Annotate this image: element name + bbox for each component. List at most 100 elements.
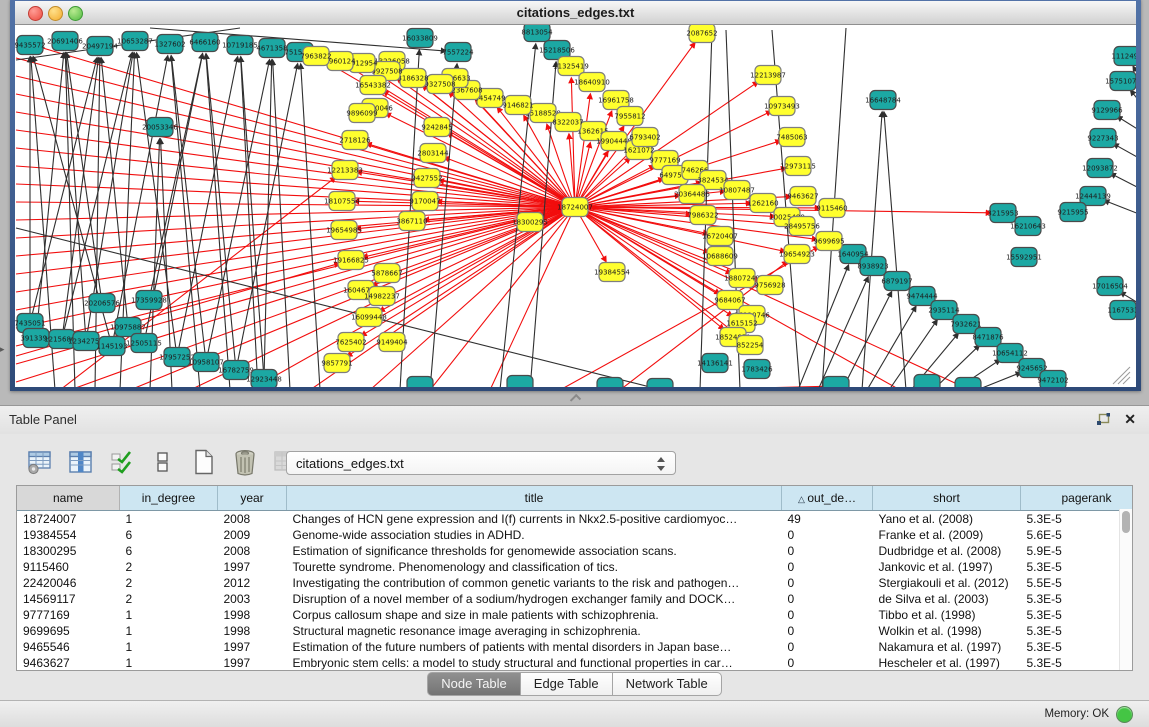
table-settings-icon[interactable] bbox=[26, 448, 54, 476]
graph-node[interactable]: 8813054 bbox=[521, 25, 553, 42]
graph-node[interactable]: 20206576 bbox=[84, 294, 120, 313]
graph-node[interactable]: 8938923 bbox=[857, 257, 888, 276]
cell-in_degree[interactable]: 1 bbox=[120, 639, 218, 655]
graph-node[interactable]: 9146821 bbox=[502, 96, 533, 115]
graph-node[interactable]: 12213383 bbox=[327, 161, 363, 180]
graph-edge[interactable] bbox=[236, 64, 298, 370]
graph-node[interactable] bbox=[914, 375, 940, 388]
graph-node[interactable]: 1112494 bbox=[1111, 47, 1136, 66]
graph-node[interactable]: 1262160 bbox=[747, 194, 778, 213]
table-select-dropdown[interactable]: citations_edges.txt bbox=[286, 451, 676, 475]
graph-node[interactable]: 7986322 bbox=[687, 206, 718, 225]
graph-node[interactable]: 6793402 bbox=[629, 128, 660, 147]
graph-edge[interactable] bbox=[264, 60, 272, 379]
graph-node[interactable]: 3215953 bbox=[987, 204, 1018, 223]
graph-node[interactable]: 9463627 bbox=[787, 187, 818, 206]
graph-node[interactable]: 12213987 bbox=[750, 66, 786, 85]
float-panel-icon[interactable] bbox=[1096, 413, 1111, 427]
graph-edge[interactable] bbox=[16, 207, 575, 220]
cell-year[interactable]: 2008 bbox=[218, 543, 287, 559]
cell-pagerank[interactable]: 5.3E-5 bbox=[1021, 623, 1134, 639]
graph-node[interactable]: 9427552 bbox=[411, 169, 442, 188]
graph-node[interactable]: 19384554 bbox=[594, 263, 630, 282]
table-row[interactable]: 946554611997Estimation of the future num… bbox=[17, 639, 1133, 655]
cell-name[interactable]: 9699695 bbox=[17, 623, 120, 639]
column-header-out_degree[interactable]: △ out_de… bbox=[782, 486, 873, 511]
graph-edge[interactable] bbox=[1111, 173, 1136, 188]
graph-node[interactable]: 9435572 bbox=[15, 36, 46, 55]
cell-in_degree[interactable]: 6 bbox=[120, 543, 218, 559]
cell-pagerank[interactable]: 5.5E-5 bbox=[1021, 575, 1134, 591]
show-columns-icon[interactable] bbox=[67, 448, 95, 476]
cell-in_degree[interactable]: 2 bbox=[120, 559, 218, 575]
graph-node[interactable]: 16720407 bbox=[702, 227, 738, 246]
network-canvas[interactable]: 9435572206914062049719410653287132760264… bbox=[15, 25, 1136, 387]
cell-title[interactable]: Disruption of a novel member of a sodium… bbox=[287, 591, 782, 607]
graph-edge[interactable] bbox=[250, 207, 575, 387]
graph-node[interactable]: 28495756 bbox=[784, 217, 820, 236]
select-rows-icon[interactable] bbox=[108, 448, 136, 476]
graph-node[interactable]: 14982237 bbox=[364, 287, 400, 306]
table-row[interactable]: 1872400712008Changes of HCN gene express… bbox=[17, 511, 1133, 528]
cell-short[interactable]: Yano et al. (2008) bbox=[873, 511, 1021, 528]
cell-out_degree[interactable]: 0 bbox=[782, 543, 873, 559]
graph-node[interactable]: 10653287 bbox=[117, 32, 153, 51]
cell-year[interactable]: 2003 bbox=[218, 591, 287, 607]
graph-edge[interactable] bbox=[1113, 367, 1130, 384]
graph-node[interactable]: 3867110 bbox=[396, 212, 427, 231]
graph-node[interactable]: 5878667 bbox=[371, 264, 402, 283]
graph-node[interactable]: 852254 bbox=[737, 336, 764, 355]
tab-network-table[interactable]: Network Table bbox=[613, 672, 722, 696]
graph-node[interactable]: 1783426 bbox=[741, 360, 773, 379]
cell-name[interactable]: 9465546 bbox=[17, 639, 120, 655]
graph-node[interactable] bbox=[955, 378, 981, 388]
graph-node[interactable]: 2087652 bbox=[686, 25, 717, 43]
cell-year[interactable]: 1998 bbox=[218, 607, 287, 623]
table-row[interactable]: 977716911998Corpus callosum shape and si… bbox=[17, 607, 1133, 623]
cell-in_degree[interactable]: 2 bbox=[120, 575, 218, 591]
graph-node[interactable]: 12973115 bbox=[780, 157, 816, 176]
graph-node[interactable]: 18724007 bbox=[557, 198, 593, 217]
graph-node[interactable]: 17016504 bbox=[1092, 277, 1128, 296]
table-row[interactable]: 1938455462009Genome-wide association stu… bbox=[17, 527, 1133, 543]
cell-in_degree[interactable]: 2 bbox=[120, 591, 218, 607]
cell-title[interactable]: Embryonic stem cells: a model to study s… bbox=[287, 655, 782, 671]
network-graph[interactable]: 9435572206914062049719410653287132760264… bbox=[15, 25, 1136, 387]
graph-node[interactable]: 10807487 bbox=[719, 181, 755, 200]
cell-title[interactable]: Investigating the contribution of common… bbox=[287, 575, 782, 591]
cell-pagerank[interactable]: 5.3E-5 bbox=[1021, 511, 1134, 528]
graph-node[interactable]: 16099448 bbox=[351, 308, 387, 327]
cell-year[interactable]: 2009 bbox=[218, 527, 287, 543]
graph-edge[interactable] bbox=[1131, 90, 1136, 102]
graph-node[interactable]: 9227343 bbox=[1087, 129, 1118, 148]
cell-title[interactable]: Estimation of significance thresholds fo… bbox=[287, 543, 782, 559]
graph-node[interactable]: 4671358 bbox=[256, 39, 287, 58]
column-header-pagerank[interactable]: pagerank bbox=[1021, 486, 1134, 511]
graph-node[interactable]: 9327508 bbox=[424, 75, 455, 94]
graph-edge[interactable] bbox=[66, 53, 86, 341]
cell-out_degree[interactable]: 0 bbox=[782, 575, 873, 591]
graph-node[interactable]: 9170047 bbox=[409, 192, 440, 211]
splitter-handle-icon[interactable] bbox=[570, 394, 581, 405]
graph-node[interactable]: 15751074 bbox=[1105, 72, 1136, 91]
graph-node[interactable]: 1145193 bbox=[96, 337, 127, 356]
graph-edge[interactable] bbox=[867, 306, 916, 387]
cell-name[interactable]: 18724007 bbox=[17, 511, 120, 528]
cell-short[interactable]: de Silva et al. (2003) bbox=[873, 591, 1021, 607]
graph-node[interactable]: 6466160 bbox=[189, 33, 220, 52]
cell-name[interactable]: 9777169 bbox=[17, 607, 120, 623]
graph-node[interactable]: 18300295 bbox=[512, 213, 548, 232]
cell-out_degree[interactable]: 0 bbox=[782, 591, 873, 607]
column-header-year[interactable]: year bbox=[218, 486, 287, 511]
cell-in_degree[interactable]: 1 bbox=[120, 511, 218, 528]
graph-edge[interactable] bbox=[842, 292, 892, 387]
cell-pagerank[interactable]: 5.3E-5 bbox=[1021, 655, 1134, 671]
graph-edge[interactable] bbox=[16, 112, 575, 207]
cell-year[interactable]: 2008 bbox=[218, 511, 287, 528]
graph-edge[interactable] bbox=[16, 207, 575, 274]
cell-in_degree[interactable]: 1 bbox=[120, 607, 218, 623]
cell-name[interactable]: 19384554 bbox=[17, 527, 120, 543]
graph-node[interactable]: 20497194 bbox=[82, 37, 118, 56]
cell-pagerank[interactable]: 5.3E-5 bbox=[1021, 639, 1134, 655]
cell-out_degree[interactable]: 0 bbox=[782, 559, 873, 575]
